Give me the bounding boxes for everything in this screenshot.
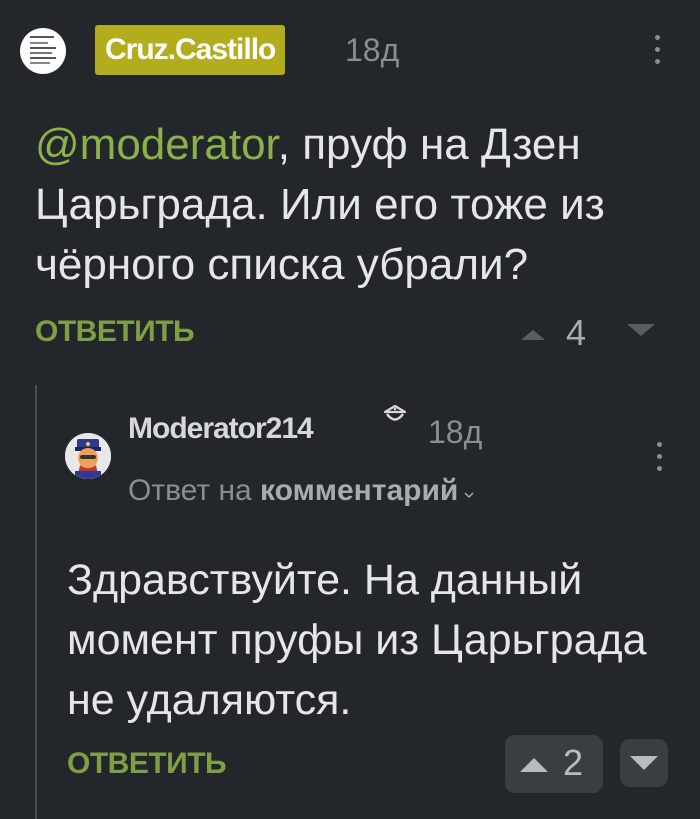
- comment-time: 18д: [428, 414, 483, 450]
- more-vertical-icon[interactable]: [652, 440, 666, 474]
- downvote-icon[interactable]: [626, 322, 656, 342]
- vote-count: 2: [563, 742, 584, 783]
- reply-button[interactable]: ОТВЕТИТЬ: [67, 747, 227, 781]
- username[interactable]: Cruz.Castillo: [105, 25, 276, 75]
- upvote-icon[interactable]: [519, 756, 549, 774]
- reply-button[interactable]: ОТВЕТИТЬ: [35, 315, 195, 349]
- mention-link[interactable]: @moderator: [35, 120, 278, 169]
- more-vertical-icon[interactable]: [650, 33, 664, 67]
- comment-time: 18д: [345, 32, 400, 68]
- comment-text: @moderator, пруф на Дзен Царьграда. Или …: [35, 115, 675, 295]
- reply-to-target[interactable]: комментарий: [260, 474, 458, 507]
- reply-to-prefix: Ответ на: [128, 474, 252, 507]
- downvote-button[interactable]: [620, 739, 668, 787]
- avatar[interactable]: [65, 433, 111, 479]
- vote-count: 4: [566, 312, 587, 353]
- comment-text: Здравствуйте. На данный момент пруфы из …: [67, 556, 647, 724]
- username[interactable]: Moderator214: [128, 412, 314, 446]
- reply-to-link[interactable]: Ответ на комментарий: [128, 474, 474, 508]
- chevron-down-icon[interactable]: [464, 490, 474, 500]
- thread-line: [35, 385, 37, 819]
- upvote-button[interactable]: 2: [505, 735, 603, 793]
- downvote-icon[interactable]: [629, 754, 659, 772]
- avatar[interactable]: [20, 28, 66, 74]
- upvote-icon[interactable]: [520, 322, 546, 342]
- moderator-icon: [383, 404, 407, 421]
- username-badge[interactable]: Cruz.Castillo: [95, 25, 286, 75]
